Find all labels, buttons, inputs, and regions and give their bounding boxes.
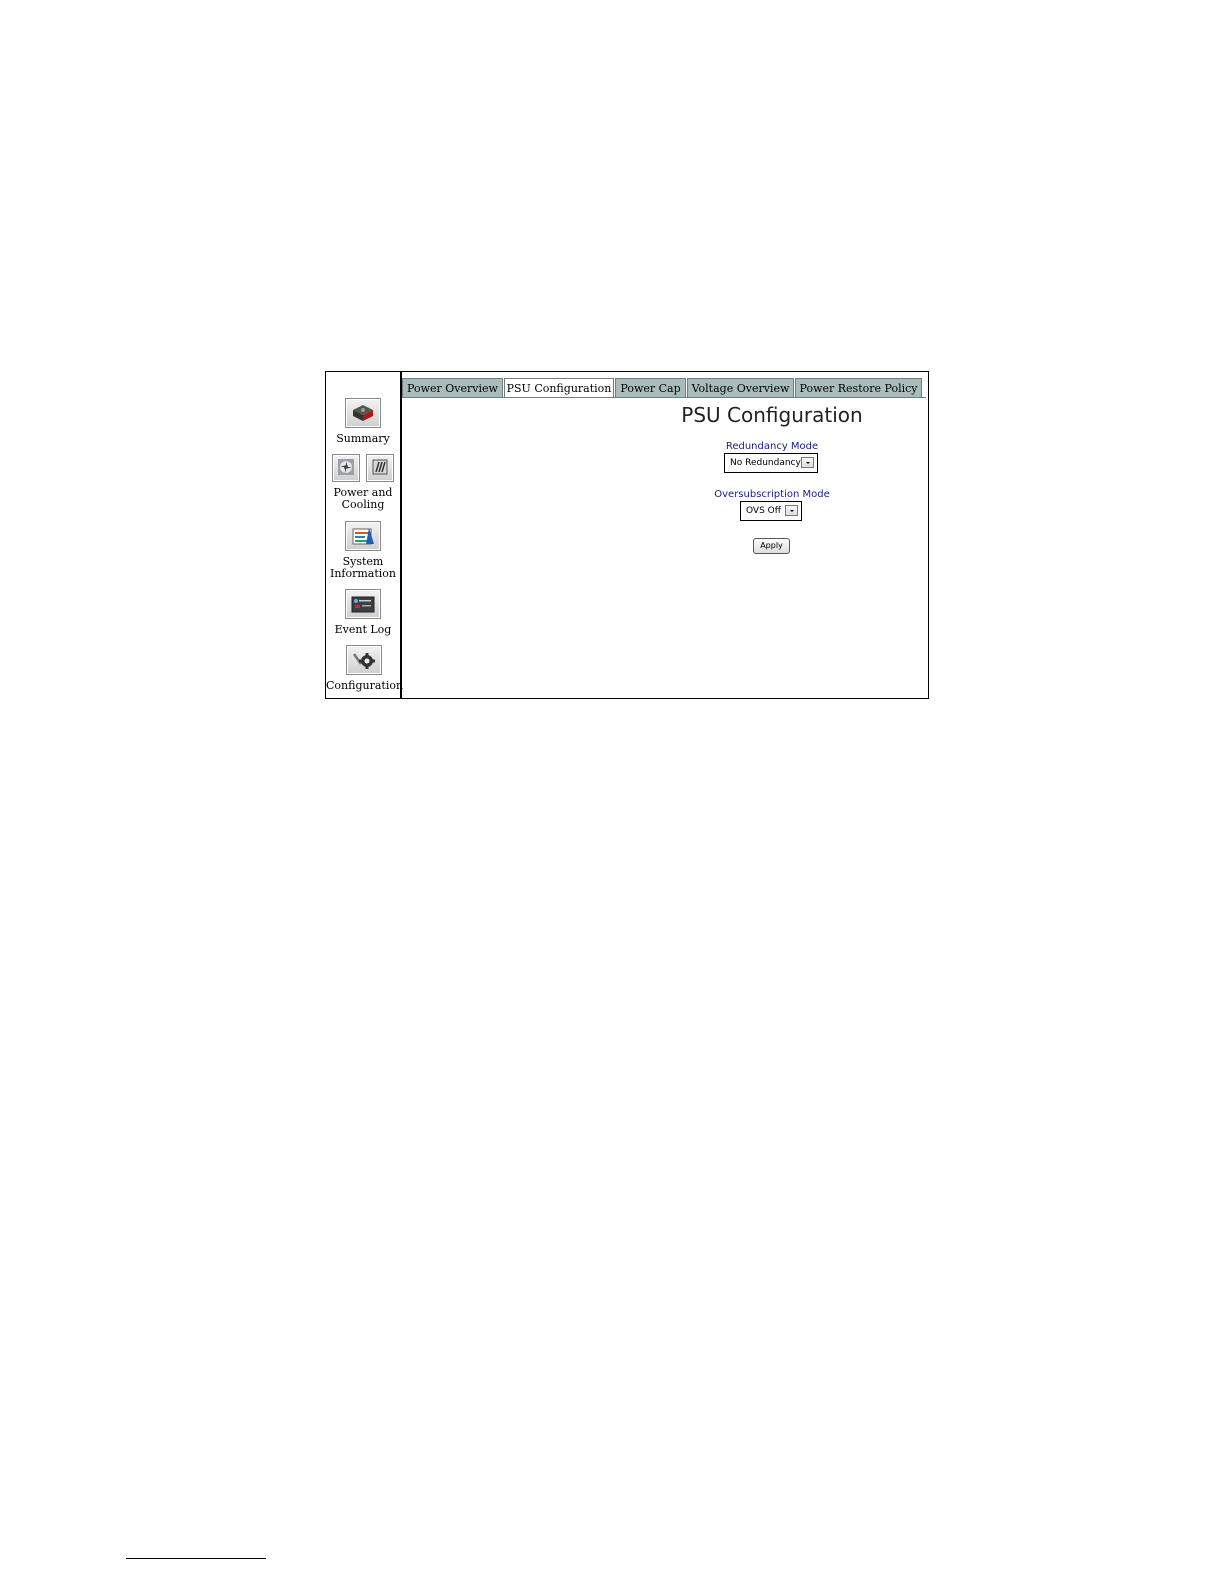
- sidebar-item-label: System Information: [329, 555, 397, 580]
- sidebar-item-label: Configuration: [326, 679, 404, 692]
- tab-power-restore-policy[interactable]: Power Restore Policy: [795, 378, 922, 397]
- sidebar-item-event-log[interactable]: Event Log: [326, 589, 400, 636]
- sidebar-item-system-information[interactable]: System Information: [326, 521, 400, 580]
- sidebar-item-label: Summary: [336, 432, 390, 445]
- event-log-icon: [345, 589, 381, 619]
- fan-icon: [332, 454, 361, 482]
- psu-configuration-panel: PSU Configuration Redundancy Mode No Red…: [402, 398, 928, 698]
- tab-psu-configuration[interactable]: PSU Configuration: [504, 378, 614, 398]
- chevron-down-icon: [785, 505, 798, 516]
- sidebar-item-summary[interactable]: Summary: [326, 398, 400, 445]
- redundancy-mode-label: Redundancy Mode: [725, 441, 819, 452]
- sidebar-item-label: Power and Cooling: [333, 486, 393, 511]
- tab-power-overview[interactable]: Power Overview: [402, 378, 503, 397]
- power-management-window: Summary Power and Cooling System Informa…: [325, 371, 929, 699]
- cooling-module-icon: [365, 454, 394, 482]
- page-title: PSU Configuration: [681, 403, 863, 427]
- apply-button[interactable]: Apply: [753, 538, 790, 554]
- oversubscription-mode-value: OVS Off: [746, 506, 781, 516]
- sidebar-item-label: Event Log: [334, 623, 392, 636]
- chevron-down-icon: [801, 457, 814, 468]
- sidebar-item-power-and-cooling[interactable]: Power and Cooling: [326, 454, 400, 511]
- power-supply-icon: [345, 398, 381, 428]
- tab-voltage-overview[interactable]: Voltage Overview: [687, 378, 794, 397]
- gear-wrench-icon: [346, 645, 382, 675]
- redundancy-mode-select[interactable]: No Redundancy: [724, 453, 818, 473]
- oversubscription-mode-label: Oversubscription Mode: [714, 489, 830, 500]
- footnote-separator: [126, 1558, 266, 1559]
- sidebar: Summary Power and Cooling System Informa…: [326, 372, 404, 698]
- redundancy-mode-value: No Redundancy: [730, 458, 801, 468]
- sidebar-item-configuration[interactable]: Configuration: [326, 645, 404, 692]
- oversubscription-mode-select[interactable]: OVS Off: [740, 501, 802, 521]
- tab-power-cap[interactable]: Power Cap: [615, 378, 686, 397]
- system-info-icon: [345, 521, 381, 551]
